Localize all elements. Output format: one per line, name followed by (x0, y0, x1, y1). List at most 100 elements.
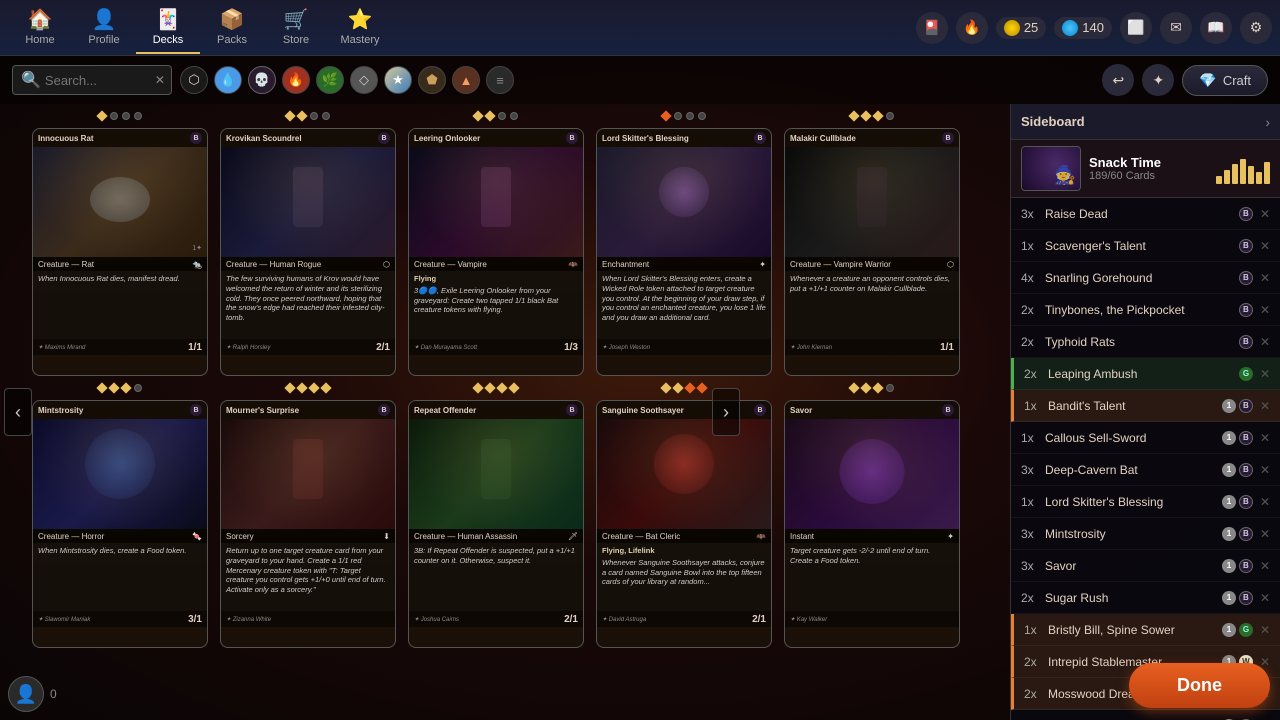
card-cost: B (566, 404, 578, 416)
artist-credit: ✦ David Astruga (602, 616, 646, 623)
filter-black-btn[interactable]: 💀 (248, 66, 276, 94)
deck-info: Snack Time 189/60 Cards (1089, 155, 1208, 182)
sidebar-card-list: 3x Raise Dead B ✕ 1x Scavenger's Talent … (1011, 198, 1280, 720)
book-btn[interactable]: 📖 (1200, 12, 1232, 44)
flame-btn[interactable]: 🔥 (956, 12, 988, 44)
card-repeat-offender[interactable]: Repeat Offender B Creature — Human Assas… (408, 400, 584, 648)
sidebar-item-typhoid-rats[interactable]: 2x Typhoid Rats B ✕ (1011, 326, 1280, 358)
sidebar-item-leaping-ambush[interactable]: 2x Leaping Ambush G ✕ (1011, 358, 1280, 390)
nav-mastery[interactable]: ⭐ Mastery (328, 2, 392, 54)
wand-btn[interactable]: ✦ (1142, 64, 1174, 96)
pip-diamond (484, 110, 495, 121)
done-button[interactable]: Done (1129, 663, 1270, 708)
filter-colorless-btn[interactable]: ◇ (350, 66, 378, 94)
typhoid-rats-label: Typhoid Rats (1045, 335, 1239, 349)
card-mintstrosity[interactable]: Mintstrosity B Creature — Horror 🍬 When … (32, 400, 208, 648)
filter-multicolor-btn[interactable]: ★ (384, 66, 412, 94)
filter-blue-btn[interactable]: 💧 (214, 66, 242, 94)
card-type: Creature — Human Rogue (226, 260, 321, 269)
nav-arrow-left[interactable]: ‹ (4, 388, 32, 436)
nav-packs[interactable]: 📦 Packs (200, 2, 264, 54)
sidebar-item-raise-dead[interactable]: 3x Raise Dead B ✕ (1011, 198, 1280, 230)
sidebar-item-tinybones[interactable]: 2x Tinybones, the Pickpocket B ✕ (1011, 294, 1280, 326)
undo-btn[interactable]: ↩ (1102, 64, 1134, 96)
card-grid-area: ‹ (0, 104, 1010, 720)
card-leering-onlooker[interactable]: Leering Onlooker B Creature — Vampire 🦇 … (408, 128, 584, 376)
filter-red-btn[interactable]: 🔥 (282, 66, 310, 94)
card-pt: 2/1 (376, 342, 390, 353)
card-text: The few surviving humans of Krov would h… (226, 274, 390, 323)
pip-circle (134, 112, 142, 120)
card-art (221, 147, 395, 257)
craft-label: Craft (1223, 73, 1251, 88)
card-sanguine-soothsayer[interactable]: Sanguine Soothsayer B Creature — Bat Cle… (596, 400, 772, 648)
player-rank: 0 (50, 687, 57, 701)
card-pt: 1/3 (564, 342, 578, 353)
card-cost: B (378, 132, 390, 144)
filter-all-btn[interactable]: ⬡ (180, 66, 208, 94)
sidebar-item-snarling-gorehound[interactable]: 4x Snarling Gorehound B ✕ (1011, 262, 1280, 294)
sidebar-item-sugar-rush[interactable]: 2x Sugar Rush 1 B ✕ (1011, 582, 1280, 614)
card-malakir-cullblade[interactable]: Malakir Cullblade B Creature — Vampire W… (784, 128, 960, 376)
card-krovikan-scoundrel[interactable]: Krovikan Scoundrel B Creature — Human Ro… (220, 128, 396, 376)
sidebar-item-bandits-talent[interactable]: 1x Bandit's Talent 1 B ✕ (1011, 390, 1280, 422)
nav-arrow-right[interactable]: › (712, 388, 740, 436)
mail-btn[interactable]: ✉ (1160, 12, 1192, 44)
pip-diamond (872, 110, 883, 121)
card-art: 1✦ (33, 147, 207, 257)
card-innocuous-rat[interactable]: Innocuous Rat B 1✦ Creature — Rat 🐀 When… (32, 128, 208, 376)
deck-bars (1216, 154, 1270, 184)
wildcard-btn[interactable]: 🎴 (916, 12, 948, 44)
gold-amount: 25 (1024, 20, 1038, 35)
nav-profile-label: Profile (88, 34, 119, 46)
nav-store[interactable]: 🛒 Store (264, 2, 328, 54)
artist-credit: ✦ Slawomir Maniak (38, 616, 90, 623)
search-clear-btn[interactable]: ✕ (155, 73, 165, 87)
sidebar-item-callous-sell-sword[interactable]: 1x Callous Sell-Sword 1 B ✕ (1011, 422, 1280, 454)
filter-green-btn[interactable]: 🌿 (316, 66, 344, 94)
card-name: Savor (790, 406, 812, 415)
filter-mountain-btn[interactable]: ▲ (452, 66, 480, 94)
card-mourners-surprise[interactable]: Mourner's Surprise B Sorcery ⬇ Return up… (220, 400, 396, 648)
filter-icons: ⬡ 💧 💀 🔥 🌿 ◇ ★ ⬟ ▲ ≡ (180, 66, 514, 94)
craft-button[interactable]: 💎 Craft (1182, 65, 1268, 96)
craft-gem-icon: 💎 (1199, 72, 1216, 89)
nav-decks[interactable]: 🃏 Decks (136, 2, 200, 54)
avatar-area: 👤 0 (8, 676, 57, 712)
sidebar-item-over-the-edge[interactable]: 2x Over the Edge... 1 B ✕ (1011, 710, 1280, 720)
card-name: Mintstrosity (38, 406, 83, 415)
sidebar-item-scavengers-talent[interactable]: 1x Scavenger's Talent B ✕ (1011, 230, 1280, 262)
pip-circle (698, 112, 706, 120)
filter-land-btn[interactable]: ⬟ (418, 66, 446, 94)
home-icon: 🏠 (28, 7, 53, 32)
nav-right: 🎴 🔥 25 140 ⬜ ✉ 📖 ⚙ (916, 12, 1272, 44)
card-type: Creature — Human Assassin (414, 532, 517, 541)
sidebar-item-lord-skitters-blessing[interactable]: 1x Lord Skitter's Blessing 1 B ✕ (1011, 486, 1280, 518)
gem-amount: 140 (1082, 20, 1104, 35)
sidebar-item-savor[interactable]: 3x Savor 1 B ✕ (1011, 550, 1280, 582)
nav-home[interactable]: 🏠 Home (8, 2, 72, 54)
card-lord-skitters-blessing[interactable]: Lord Skitter's Blessing B Enchantment ✦ … (596, 128, 772, 376)
gold-badge: 25 (996, 17, 1046, 39)
card-name: Leering Onlooker (414, 134, 480, 143)
sidebar-item-bristly-bill[interactable]: 1x Bristly Bill, Spine Sower 1 G ✕ (1011, 614, 1280, 646)
sidebar-item-deep-cavern-bat[interactable]: 3x Deep-Cavern Bat 1 B ✕ (1011, 454, 1280, 486)
card-text: 3B: If Repeat Offender is suspected, put… (414, 546, 578, 566)
pip-circle (886, 112, 894, 120)
filter-settings-btn[interactable]: ≡ (486, 66, 514, 94)
artist-credit: ✦ Maxims Mirand (38, 344, 85, 351)
sidebar-item-mintstrosity[interactable]: 3x Mintstrosity 1 B ✕ (1011, 518, 1280, 550)
decks-icon: 🃏 (156, 7, 181, 32)
done-btn-area: Done (1129, 663, 1270, 708)
search-input-wrap[interactable]: 🔍 ✕ (12, 65, 172, 95)
search-input[interactable] (45, 73, 155, 88)
card-art (409, 147, 583, 257)
deck-thumbnail: 🧙 (1021, 146, 1081, 191)
card-savor[interactable]: Savor B Instant ✦ Target creature gets -… (784, 400, 960, 648)
sidebar-chevron[interactable]: › (1265, 114, 1270, 130)
nav-profile[interactable]: 👤 Profile (72, 2, 136, 54)
deck-header: 🧙 Snack Time 189/60 Cards (1011, 140, 1280, 198)
pip-diamond (96, 110, 107, 121)
window-btn[interactable]: ⬜ (1120, 12, 1152, 44)
settings-btn[interactable]: ⚙ (1240, 12, 1272, 44)
